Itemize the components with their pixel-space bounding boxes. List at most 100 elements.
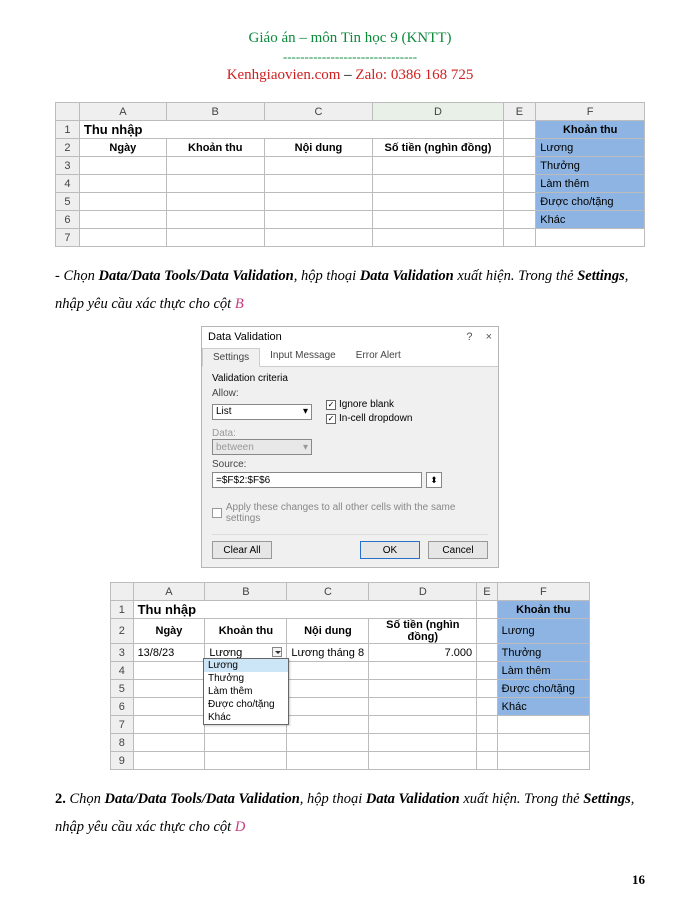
row-header[interactable]: 7 <box>111 716 134 734</box>
hdr-sotien[interactable]: Số tiền (nghìn đồng) <box>373 139 503 157</box>
cell[interactable] <box>166 229 264 247</box>
cell[interactable] <box>287 662 369 680</box>
cell[interactable] <box>287 716 369 734</box>
f-item[interactable]: Làm thêm <box>536 175 645 193</box>
hdr-noidung[interactable]: Nội dung <box>264 139 373 157</box>
cell[interactable] <box>373 229 503 247</box>
row-header[interactable]: 4 <box>111 662 134 680</box>
cell[interactable] <box>497 716 589 734</box>
cell[interactable] <box>133 662 205 680</box>
cell[interactable] <box>133 752 205 770</box>
corner-cell[interactable] <box>56 103 80 121</box>
dropdown-option[interactable]: Lương <box>204 659 288 672</box>
cell[interactable] <box>477 716 498 734</box>
cell[interactable] <box>205 752 287 770</box>
cell[interactable] <box>287 752 369 770</box>
row-header[interactable]: 1 <box>111 601 134 619</box>
row-header[interactable]: 1 <box>56 121 80 139</box>
cell[interactable] <box>166 193 264 211</box>
col-header-A[interactable]: A <box>133 583 205 601</box>
row-header[interactable]: 6 <box>111 698 134 716</box>
dropdown-caret-icon[interactable] <box>272 647 282 657</box>
close-icon[interactable]: × <box>486 331 492 343</box>
cell[interactable] <box>264 157 373 175</box>
cell[interactable] <box>133 680 205 698</box>
cell[interactable] <box>477 680 498 698</box>
dropdown-option[interactable]: Được cho/tặng <box>204 698 288 711</box>
row-header[interactable]: 4 <box>56 175 80 193</box>
cell[interactable] <box>477 619 498 644</box>
row-header[interactable]: 7 <box>56 229 80 247</box>
row-header[interactable]: 2 <box>56 139 80 157</box>
clear-all-button[interactable]: Clear All <box>212 541 272 559</box>
sheet-title[interactable]: Thu nhập <box>133 601 477 619</box>
col-header-B[interactable]: B <box>166 103 264 121</box>
cell[interactable] <box>369 734 477 752</box>
cell[interactable] <box>503 229 536 247</box>
cell[interactable] <box>369 752 477 770</box>
cell[interactable] <box>373 193 503 211</box>
hdr-ngay[interactable]: Ngày <box>79 139 166 157</box>
hdr-khoanthu[interactable]: Khoản thu <box>205 619 287 644</box>
row-header[interactable]: 3 <box>111 644 134 662</box>
dropdown-option[interactable]: Làm thêm <box>204 685 288 698</box>
apply-all-checkbox[interactable]: Apply these changes to all other cells w… <box>212 502 488 524</box>
cell[interactable] <box>503 157 536 175</box>
hdr-noidung[interactable]: Nội dung <box>287 619 369 644</box>
dropdown-option[interactable]: Thưởng <box>204 672 288 685</box>
col-header-F[interactable]: F <box>536 103 645 121</box>
cell[interactable] <box>166 157 264 175</box>
f-item[interactable]: Khác <box>497 698 589 716</box>
sheet-title[interactable]: Thu nhập <box>79 121 503 139</box>
row-header[interactable]: 9 <box>111 752 134 770</box>
cell-date[interactable]: 13/8/23 <box>133 644 205 662</box>
cell[interactable] <box>477 698 498 716</box>
cell[interactable] <box>369 680 477 698</box>
help-icon[interactable]: ? <box>466 331 472 343</box>
col-header-C[interactable]: C <box>287 583 369 601</box>
cell[interactable] <box>287 698 369 716</box>
row-header[interactable]: 3 <box>56 157 80 175</box>
col-header-A[interactable]: A <box>79 103 166 121</box>
dialog-titlebar[interactable]: Data Validation ? × <box>202 327 498 347</box>
row-header[interactable]: 5 <box>111 680 134 698</box>
cell[interactable] <box>373 157 503 175</box>
col-header-E[interactable]: E <box>503 103 536 121</box>
dropdown-option[interactable]: Khác <box>204 711 288 724</box>
cell[interactable] <box>497 734 589 752</box>
incell-dropdown-checkbox[interactable]: ✓In-cell dropdown <box>326 413 412 424</box>
cell[interactable] <box>369 698 477 716</box>
corner-cell[interactable] <box>111 583 134 601</box>
cell[interactable] <box>79 211 166 229</box>
cell[interactable] <box>536 229 645 247</box>
cell-sotien[interactable]: 7.000 <box>369 644 477 662</box>
col-header-B[interactable]: B <box>205 583 287 601</box>
cell[interactable] <box>477 734 498 752</box>
f-item[interactable]: Lương <box>536 139 645 157</box>
row-header[interactable]: 8 <box>111 734 134 752</box>
cell[interactable] <box>497 752 589 770</box>
cell[interactable] <box>166 211 264 229</box>
cell-dropdown-list[interactable]: Lương Thưởng Làm thêm Được cho/tặng Khác <box>203 658 289 725</box>
col-header-C[interactable]: C <box>264 103 373 121</box>
col-header-F[interactable]: F <box>497 583 589 601</box>
cell[interactable] <box>205 734 287 752</box>
cell[interactable] <box>264 229 373 247</box>
row-header[interactable]: 2 <box>111 619 134 644</box>
f-item[interactable]: Được cho/tặng <box>536 193 645 211</box>
cell[interactable] <box>503 211 536 229</box>
f-item[interactable]: Làm thêm <box>497 662 589 680</box>
tab-input-message[interactable]: Input Message <box>260 347 346 366</box>
f-item[interactable]: Được cho/tặng <box>497 680 589 698</box>
cell[interactable] <box>477 662 498 680</box>
col-header-E[interactable]: E <box>477 583 498 601</box>
cell[interactable] <box>503 139 536 157</box>
hdr-khoanthu[interactable]: Khoản thu <box>166 139 264 157</box>
row-header[interactable]: 5 <box>56 193 80 211</box>
cell[interactable] <box>264 193 373 211</box>
cell[interactable] <box>477 644 498 662</box>
cell[interactable] <box>477 601 498 619</box>
f-item[interactable]: Lương <box>497 619 589 644</box>
col-header-D[interactable]: D <box>369 583 477 601</box>
cell[interactable] <box>287 734 369 752</box>
